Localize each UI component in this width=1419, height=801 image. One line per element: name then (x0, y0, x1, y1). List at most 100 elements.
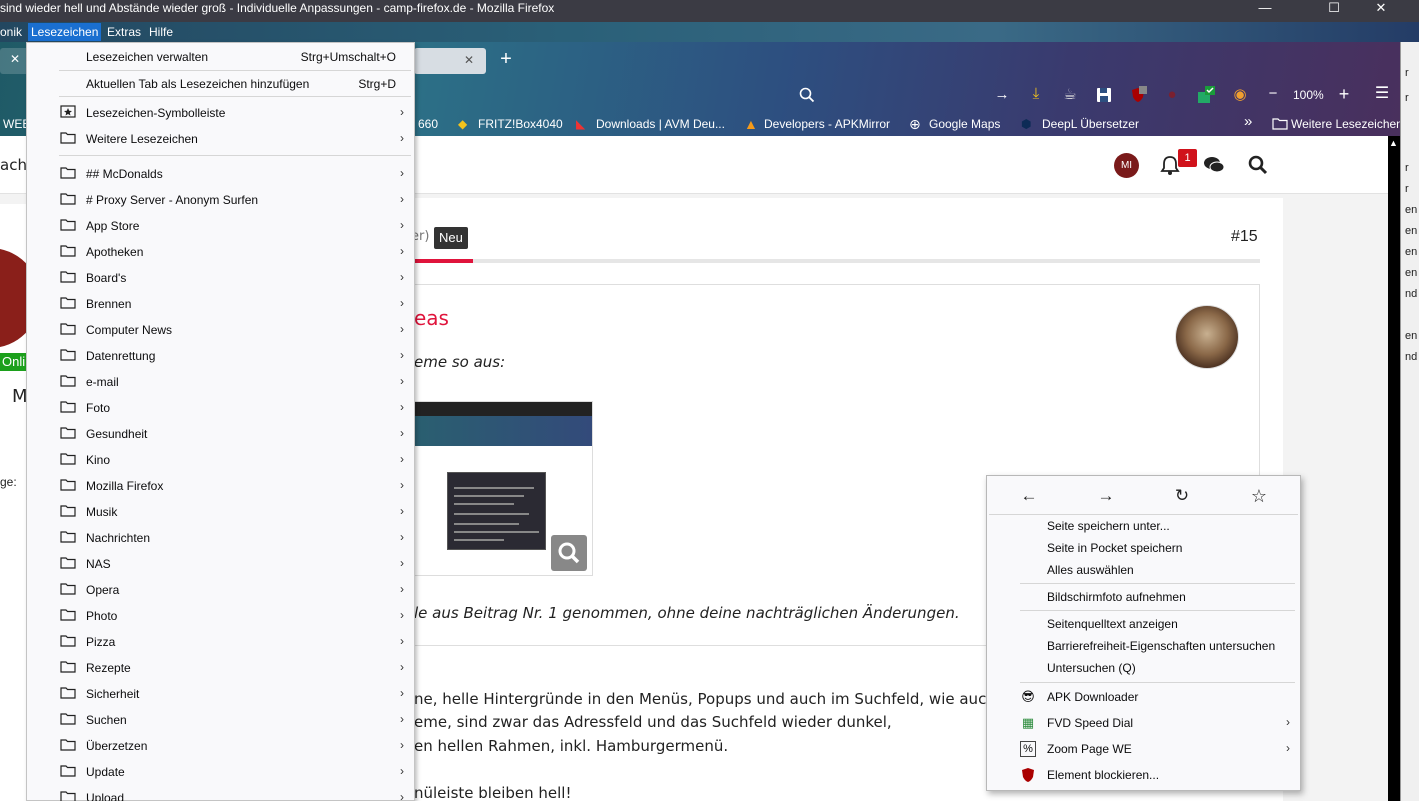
menu-item-extras[interactable]: Extras (107, 25, 141, 39)
zoom-thumbnail-button[interactable] (551, 535, 587, 571)
menu-item-tools[interactable]: onik (0, 25, 22, 39)
coffee-extension-icon[interactable]: ☕ (1060, 87, 1080, 103)
forward-arrow-icon[interactable]: → (1091, 484, 1121, 508)
bookmark-folder-item[interactable]: Photo › (27, 603, 414, 629)
checkmark-extension-icon[interactable] (1196, 86, 1216, 108)
post-number-link[interactable]: #15 (1231, 228, 1258, 246)
thumb-titlebar (415, 402, 592, 416)
back-arrow-icon[interactable]: ← (1014, 484, 1044, 508)
apkmirror-icon[interactable]: ▲ (744, 117, 758, 131)
menu-bookmark-current-tab[interactable]: Aktuellen Tab als Lesezeichen hinzufügen… (27, 71, 414, 97)
quote-author-fragment[interactable]: eas (414, 306, 449, 330)
menu-item-help[interactable]: Hilfe (149, 25, 173, 39)
menu-other-bookmarks[interactable]: Weitere Lesezeichen › (27, 126, 414, 152)
submenu-arrow-icon: › (400, 296, 404, 310)
ctx-inspect-accessibility[interactable]: Barrierefreiheit-Eigenschaften untersuch… (987, 635, 1300, 657)
bookmark-folder-item[interactable]: App Store › (27, 213, 414, 239)
submenu-arrow-icon: › (400, 634, 404, 648)
bookmark-folder-item[interactable]: Datenrettung › (27, 343, 414, 369)
bookmark-folder-item[interactable]: Gesundheit › (27, 421, 414, 447)
ublock-icon[interactable] (1128, 86, 1148, 108)
folder-label: e-mail (86, 375, 119, 389)
tab-active[interactable]: ✕ (414, 48, 486, 74)
new-tab-button[interactable]: + (496, 49, 516, 69)
tab-close-icon[interactable]: ✕ (10, 52, 20, 66)
ctx-block-element[interactable]: Element blockieren... (987, 764, 1300, 786)
bookmark-folder-item[interactable]: Apotheken › (27, 239, 414, 265)
bookmark-folder-item[interactable]: # Proxy Server - Anonym Surfen › (27, 187, 414, 213)
ctx-zoom-page-we[interactable]: % Zoom Page WE › (987, 738, 1300, 760)
search-icon[interactable] (797, 87, 817, 107)
bookmark-folder-item[interactable]: Überzetzen › (27, 733, 414, 759)
tab-close-icon[interactable]: ✕ (464, 53, 474, 67)
user-avatar[interactable]: MI (1114, 153, 1139, 178)
bookmark-avm-downloads[interactable]: Downloads | AVM Deu... (596, 117, 725, 131)
bookmark-deepl[interactable]: DeepL Übersetzer (1042, 117, 1139, 131)
post-text-line-3: en hellen Rahmen, inkl. Hamburgermenü. (414, 737, 729, 755)
bookmark-folder-item[interactable]: Sicherheit › (27, 681, 414, 707)
ctx-apk-downloader[interactable]: 😎 APK Downloader (987, 686, 1300, 708)
bookmark-folder-item[interactable]: Kino › (27, 447, 414, 473)
ctx-save-page-as[interactable]: Seite speichern unter... (987, 515, 1300, 537)
submenu-arrow-icon: › (400, 530, 404, 544)
bookmark-folder-item[interactable]: Computer News › (27, 317, 414, 343)
ctx-inspect[interactable]: Untersuchen (Q) (987, 657, 1300, 679)
author-avatar-cat[interactable] (1175, 305, 1239, 369)
menu-item-bookmarks[interactable]: Lesezeichen (28, 23, 102, 41)
minimize-button[interactable]: — (1242, 0, 1288, 22)
zoom-level[interactable]: 100% (1293, 88, 1324, 102)
downloads-icon[interactable]: ⤓ (1026, 86, 1046, 102)
bookmark-folder-item[interactable]: Update › (27, 759, 414, 785)
bookmark-fritzbox[interactable]: FRITZ!Box4040 (478, 117, 563, 131)
attached-screenshot-thumbnail[interactable] (414, 401, 593, 576)
bookmark-folder-item[interactable]: Pizza › (27, 629, 414, 655)
menu-bookmarks-toolbar[interactable]: Lesezeichen-Symbolleiste › (27, 100, 414, 126)
zoom-in-button[interactable]: + (1334, 85, 1354, 103)
bookmarks-overflow-chevron[interactable]: » (1244, 114, 1252, 129)
save-icon[interactable] (1094, 87, 1114, 107)
zoom-out-button[interactable]: − (1263, 86, 1283, 102)
bookmark-folder-item[interactable]: Opera › (27, 577, 414, 603)
ctx-view-source[interactable]: Seitenquelltext anzeigen (987, 613, 1300, 635)
burger-extension-icon[interactable]: ◉ (1230, 87, 1250, 103)
go-forward-arrow-icon[interactable]: → (992, 87, 1012, 103)
bookmark-folder-item[interactable]: Board's › (27, 265, 414, 291)
ctx-select-all[interactable]: Alles auswählen (987, 559, 1300, 581)
extension-icon[interactable]: ● (1162, 87, 1182, 103)
bookmark-folder-item[interactable]: Suchen › (27, 707, 414, 733)
fritz-icon[interactable]: ◆ (458, 117, 467, 131)
hamburger-menu-icon[interactable]: ☰ (1372, 86, 1392, 102)
bookmark-folder-item[interactable]: e-mail › (27, 369, 414, 395)
bookmark-folder-item[interactable]: Upload › (27, 785, 414, 801)
bookmark-star-icon[interactable]: ☆ (1244, 484, 1274, 508)
folder-label: Photo (86, 609, 118, 623)
bookmark-folder-item[interactable]: Nachrichten › (27, 525, 414, 551)
reload-icon[interactable]: ↻ (1167, 484, 1197, 508)
folder-icon[interactable] (1272, 117, 1288, 133)
ctx-fvd-speed-dial[interactable]: ▦ FVD Speed Dial › (987, 712, 1300, 734)
ctx-take-screenshot[interactable]: Bildschirmfoto aufnehmen (987, 586, 1300, 608)
bookmark-apkmirror[interactable]: Developers - APKMirror (764, 117, 890, 131)
bookmark-google-maps[interactable]: Google Maps (929, 117, 1000, 131)
ctx-save-to-pocket[interactable]: Seite in Pocket speichern (987, 537, 1300, 559)
site-search-icon[interactable] (1248, 155, 1268, 178)
bookmark-folder-item[interactable]: Mozilla Firefox › (27, 473, 414, 499)
chat-icon[interactable] (1203, 156, 1225, 177)
menu-manage-bookmarks[interactable]: Lesezeichen verwalten Strg+Umschalt+O (27, 44, 414, 70)
bookmark-folder-item[interactable]: ## McDonalds › (27, 161, 414, 187)
bookmark-660[interactable]: 660 (418, 117, 438, 131)
bookmark-folder-item[interactable]: NAS › (27, 551, 414, 577)
globe-icon[interactable]: ⊕ (909, 117, 921, 131)
bookmark-folder-item[interactable]: Musik › (27, 499, 414, 525)
maximize-button[interactable]: ☐ (1311, 0, 1357, 22)
close-window-button[interactable]: ✕ (1358, 0, 1404, 22)
bookmark-folder-item[interactable]: Rezepte › (27, 655, 414, 681)
bookmark-other-bookmarks[interactable]: Weitere Lesezeichen (1291, 117, 1403, 131)
bookmark-folder-item[interactable]: Brennen › (27, 291, 414, 317)
folder-label: Datenrettung (86, 349, 156, 363)
scroll-up-arrow-icon[interactable]: ▲ (1389, 138, 1398, 148)
page-scrollbar[interactable]: ▲ (1388, 136, 1400, 801)
avm-icon[interactable]: ◣ (576, 117, 585, 131)
bookmark-folder-item[interactable]: Foto › (27, 395, 414, 421)
deepl-icon[interactable]: ⬢ (1021, 117, 1031, 131)
